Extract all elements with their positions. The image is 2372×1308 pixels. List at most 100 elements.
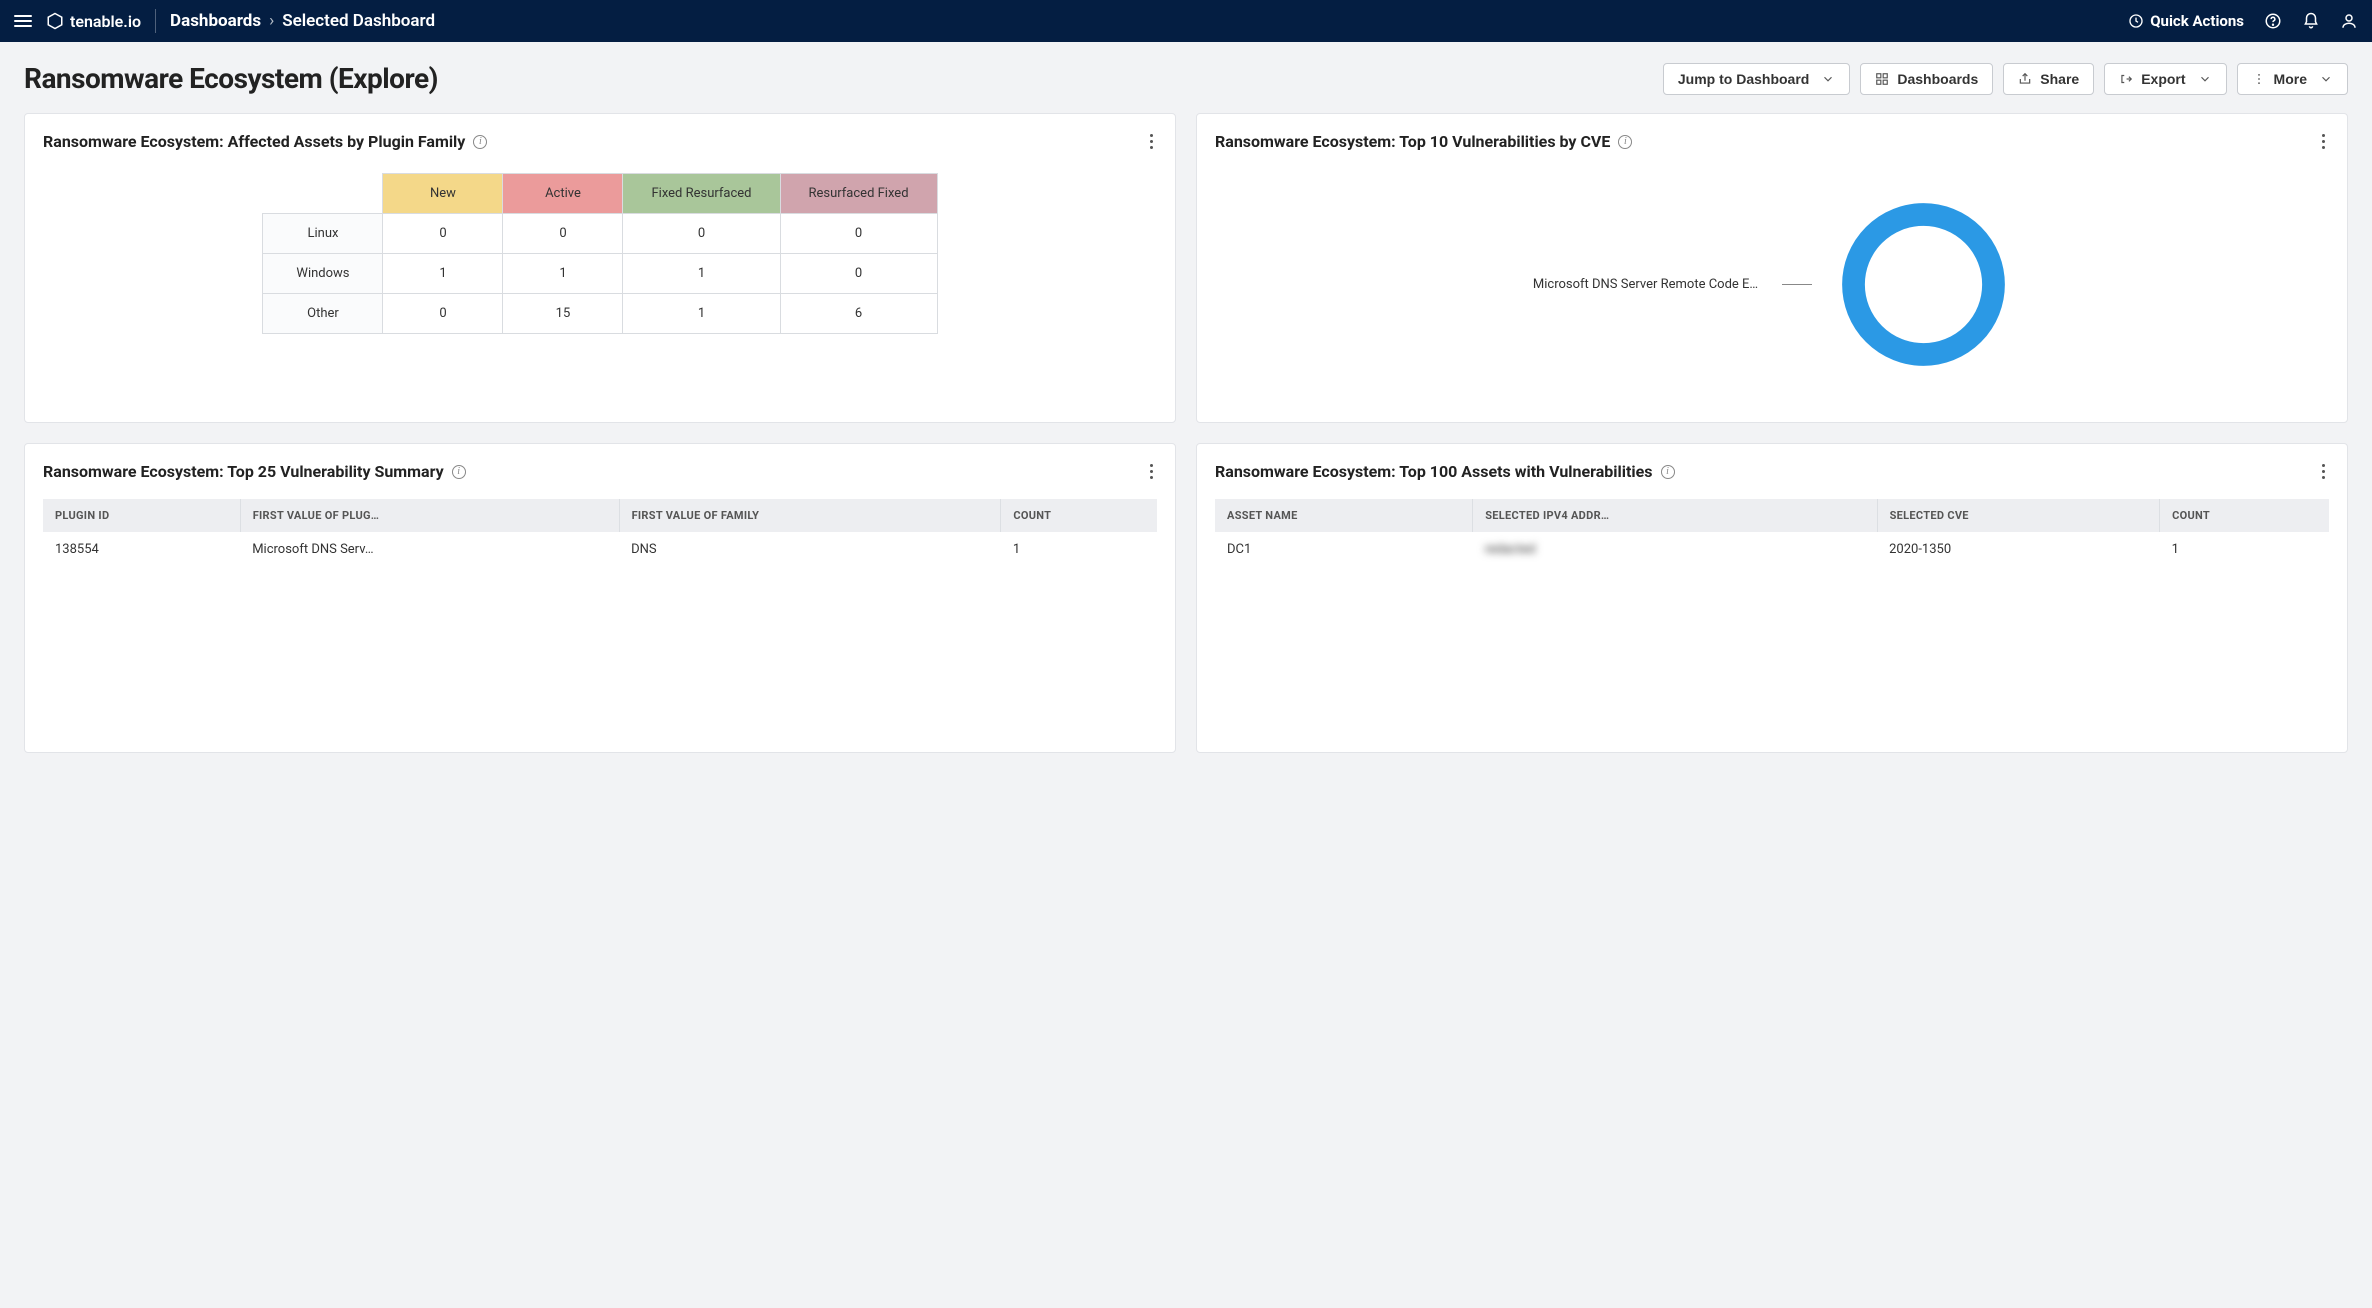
dashboards-label: Dashboards: [1897, 71, 1978, 87]
chevron-down-icon: [1821, 72, 1835, 86]
table-row[interactable]: DC1 redacted 2020-1350 1: [1215, 532, 2329, 568]
top-bar: tenable.io Dashboards › Selected Dashboa…: [0, 0, 2372, 42]
col-plugin-id[interactable]: PLUGIN ID: [43, 499, 240, 532]
kebab-icon: [2252, 72, 2266, 86]
top-assets-table: ASSET NAME SELECTED IPV4 ADDR… SELECTED …: [1215, 499, 2329, 568]
card-title: Ransomware Ecosystem: Top 100 Assets wit…: [1215, 462, 1653, 481]
table-row[interactable]: 138554 Microsoft DNS Serv… DNS 1: [43, 532, 1157, 568]
info-icon[interactable]: i: [1661, 465, 1675, 479]
cell[interactable]: 1: [623, 294, 780, 334]
cell[interactable]: 0: [623, 214, 780, 254]
card-vuln-summary: Ransomware Ecosystem: Top 25 Vulnerabili…: [24, 443, 1176, 753]
col-cve[interactable]: SELECTED CVE: [1877, 499, 2160, 532]
breadcrumb-sub[interactable]: Selected Dashboard: [282, 11, 435, 31]
chevron-right-icon: ›: [269, 11, 274, 31]
cell[interactable]: 1: [383, 254, 503, 294]
col-first-family[interactable]: FIRST VALUE OF FAMILY: [619, 499, 1001, 532]
col-ipv4[interactable]: SELECTED IPV4 ADDR…: [1473, 499, 1877, 532]
more-button[interactable]: More: [2237, 63, 2348, 95]
divider: [155, 9, 156, 33]
cell-count: 1: [2160, 532, 2329, 568]
col-count[interactable]: COUNT: [2160, 499, 2329, 532]
hexagon-icon: [46, 12, 64, 30]
card-menu-button[interactable]: [2318, 460, 2329, 483]
card-top-assets: Ransomware Ecosystem: Top 100 Assets wit…: [1196, 443, 2348, 753]
col-count[interactable]: COUNT: [1001, 499, 1157, 532]
card-title: Ransomware Ecosystem: Top 25 Vulnerabili…: [43, 462, 444, 481]
toolbar: Jump to Dashboard Dashboards Share Exp: [1663, 63, 2348, 95]
cell-family: DNS: [619, 532, 1001, 568]
cell[interactable]: 0: [503, 214, 623, 254]
export-button[interactable]: Export: [2104, 63, 2226, 95]
table-row: Linux 0 0 0 0: [263, 214, 937, 254]
col-active[interactable]: Active: [503, 174, 623, 214]
card-menu-button[interactable]: [2318, 130, 2329, 153]
donut-chart[interactable]: [1836, 197, 2011, 372]
cell[interactable]: 0: [383, 294, 503, 334]
cell[interactable]: 0: [383, 214, 503, 254]
bell-icon[interactable]: [2302, 12, 2320, 30]
col-asset-name[interactable]: ASSET NAME: [1215, 499, 1473, 532]
brand-logo[interactable]: tenable.io: [46, 12, 141, 31]
row-linux[interactable]: Linux: [263, 214, 383, 254]
col-fixed-resurfaced[interactable]: Fixed Resurfaced: [623, 174, 780, 214]
cell-plug: Microsoft DNS Serv…: [240, 532, 619, 568]
cell-ipv4: redacted: [1473, 532, 1877, 568]
clock-icon: [2128, 13, 2144, 29]
vuln-summary-table: PLUGIN ID FIRST VALUE OF PLUG… FIRST VAL…: [43, 499, 1157, 568]
card-title: Ransomware Ecosystem: Affected Assets by…: [43, 132, 465, 151]
cell[interactable]: 1: [503, 254, 623, 294]
card-menu-button[interactable]: [1146, 130, 1157, 153]
col-resurfaced-fixed[interactable]: Resurfaced Fixed: [780, 174, 937, 214]
col-new[interactable]: New: [383, 174, 503, 214]
row-windows[interactable]: Windows: [263, 254, 383, 294]
export-label: Export: [2141, 71, 2185, 87]
affected-assets-matrix: New Active Fixed Resurfaced Resurfaced F…: [262, 173, 937, 334]
table-row: Other 0 15 1 6: [263, 294, 937, 334]
leader-line: [1782, 284, 1812, 285]
chevron-down-icon: [2198, 72, 2212, 86]
cell-cve: 2020-1350: [1877, 532, 2160, 568]
card-affected-assets: Ransomware Ecosystem: Affected Assets by…: [24, 113, 1176, 423]
donut-slice-label: Microsoft DNS Server Remote Code E…: [1533, 277, 1758, 292]
card-menu-button[interactable]: [1146, 460, 1157, 483]
grid-icon: [1875, 72, 1889, 86]
info-icon[interactable]: i: [1618, 135, 1632, 149]
cell[interactable]: 0: [780, 254, 937, 294]
cell[interactable]: 15: [503, 294, 623, 334]
cell[interactable]: 1: [623, 254, 780, 294]
share-button[interactable]: Share: [2003, 63, 2094, 95]
info-icon[interactable]: i: [452, 465, 466, 479]
dashboards-button[interactable]: Dashboards: [1860, 63, 1993, 95]
help-icon[interactable]: [2264, 12, 2282, 30]
brand-text: tenable.io: [70, 12, 141, 31]
share-label: Share: [2040, 71, 2079, 87]
jump-to-dashboard-button[interactable]: Jump to Dashboard: [1663, 63, 1850, 95]
more-label: More: [2274, 71, 2307, 87]
col-first-plug[interactable]: FIRST VALUE OF PLUG…: [240, 499, 619, 532]
page-body: Ransomware Ecosystem (Explore) Jump to D…: [0, 42, 2372, 773]
row-other[interactable]: Other: [263, 294, 383, 334]
cell[interactable]: 0: [780, 214, 937, 254]
page-title: Ransomware Ecosystem (Explore): [24, 62, 438, 95]
table-row: Windows 1 1 1 0: [263, 254, 937, 294]
quick-actions-label: Quick Actions: [2150, 12, 2244, 30]
card-top-cve: Ransomware Ecosystem: Top 10 Vulnerabili…: [1196, 113, 2348, 423]
user-icon[interactable]: [2340, 12, 2358, 30]
chevron-down-icon: [2319, 72, 2333, 86]
export-icon: [2119, 72, 2133, 86]
dashboard-grid: Ransomware Ecosystem: Affected Assets by…: [24, 113, 2348, 753]
breadcrumb: Dashboards › Selected Dashboard: [170, 11, 435, 31]
card-title: Ransomware Ecosystem: Top 10 Vulnerabili…: [1215, 132, 1610, 151]
cell[interactable]: 6: [780, 294, 937, 334]
quick-actions-button[interactable]: Quick Actions: [2128, 12, 2244, 30]
cell-asset: DC1: [1215, 532, 1473, 568]
topbar-actions: Quick Actions: [2128, 12, 2358, 30]
page-header: Ransomware Ecosystem (Explore) Jump to D…: [24, 62, 2348, 95]
menu-icon[interactable]: [14, 15, 32, 27]
cell-count: 1: [1001, 532, 1157, 568]
share-icon: [2018, 72, 2032, 86]
jump-label: Jump to Dashboard: [1678, 71, 1809, 87]
info-icon[interactable]: i: [473, 135, 487, 149]
breadcrumb-main[interactable]: Dashboards: [170, 11, 261, 31]
